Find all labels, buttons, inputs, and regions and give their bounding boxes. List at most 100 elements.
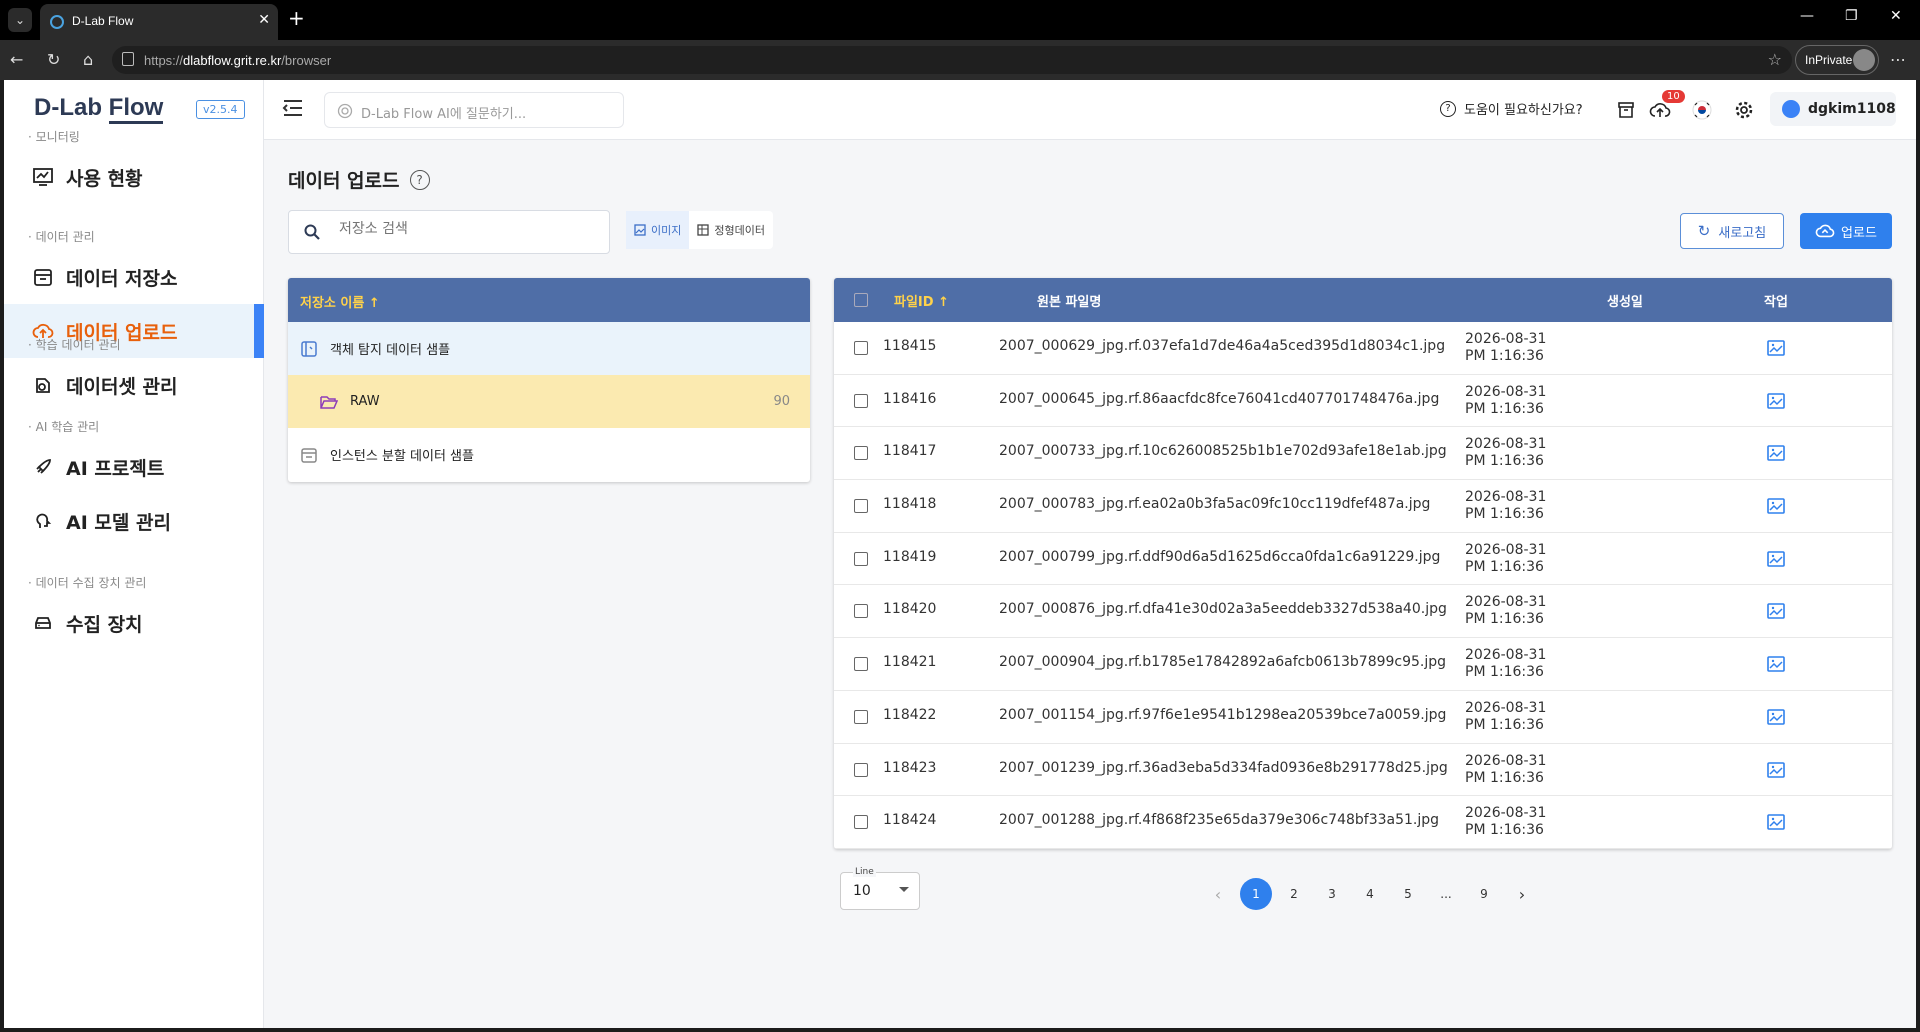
url-field[interactable]: https://dlabflow.grit.re.kr/browser ☆ — [112, 46, 1792, 74]
tab-bar: ⌄ D-Lab Flow ✕ + — ❐ ✕ — [0, 0, 1920, 40]
prev-page-icon[interactable]: ‹ — [1199, 878, 1237, 910]
row-checkbox[interactable] — [854, 551, 868, 566]
rocket-icon — [32, 456, 54, 478]
back-icon[interactable]: ← — [10, 50, 23, 69]
row-checkbox[interactable] — [854, 446, 868, 461]
lock-icon — [122, 52, 134, 66]
view-image-icon[interactable] — [1767, 392, 1785, 413]
view-image-icon[interactable] — [1767, 445, 1785, 465]
folder-open-icon — [320, 394, 338, 410]
table-row[interactable]: 118421 2007_000904_jpg.rf.b1785e17842892a… — [834, 638, 1892, 691]
file-name-cell: 2007_000904_jpg.rf.b1785e17842892a6afcb0… — [999, 654, 1447, 671]
tree-item-raw-folder[interactable]: RAW 90 — [288, 375, 810, 428]
repository-tree: 저장소 이름 ↑ 객체 탐지 데이터 샘플 RAW 90 인스턴스 분할 데이터… — [288, 278, 810, 482]
table-row[interactable]: 118417 2007_000733_jpg.rf.10c626008525b1b… — [834, 427, 1892, 481]
row-checkbox[interactable] — [854, 657, 868, 672]
row-checkbox[interactable] — [854, 393, 868, 408]
browser-tab[interactable]: D-Lab Flow ✕ — [40, 4, 278, 40]
row-checkbox[interactable] — [854, 341, 868, 355]
menu-toggle-icon[interactable] — [282, 98, 304, 122]
table-row[interactable]: 118420 2007_000876_jpg.rf.dfa41e30d02a3a5… — [834, 585, 1892, 639]
repo-search-input[interactable] — [339, 221, 589, 237]
file-name-cell: 2007_001239_jpg.rf.36ad3eba5d334fad0936e… — [999, 759, 1448, 776]
tree-header-sort[interactable]: 저장소 이름 ↑ — [288, 278, 810, 322]
app-logo[interactable]: D-Lab Flow — [34, 94, 164, 124]
sidebar-item-ai-model[interactable]: AI 모델 관리 — [4, 494, 264, 548]
page-number[interactable]: 1 — [1237, 878, 1275, 910]
select-all-checkbox[interactable] — [854, 293, 868, 307]
korean-flag-icon[interactable] — [1690, 98, 1714, 122]
view-image-icon[interactable] — [1767, 498, 1785, 518]
favorite-star-icon[interactable]: ☆ — [1768, 50, 1782, 69]
file-name-cell: 2007_000876_jpg.rf.dfa41e30d02a3a5eeddeb… — [999, 601, 1447, 618]
rows-per-page-select[interactable]: Line 10 — [840, 867, 920, 910]
toggle-structured-label: 정형데이터 — [714, 224, 765, 237]
help-link[interactable]: ? 도움이 필요하신가요? — [1440, 99, 1583, 118]
tree-item-instance-seg[interactable]: 인스턴스 분할 데이터 샘플 — [288, 428, 810, 481]
archive-icon[interactable] — [1614, 98, 1638, 122]
refresh-button[interactable]: ↻ 새로고침 — [1680, 213, 1784, 249]
user-menu[interactable]: dgkim1108 — [1770, 92, 1896, 126]
view-image-icon[interactable] — [1767, 709, 1785, 729]
table-row[interactable]: 118415 2007_000629_jpg.rf.037efa1d7de46a4… — [834, 322, 1892, 375]
row-checkbox[interactable] — [854, 499, 868, 514]
upload-status-icon[interactable]: 10 — [1648, 90, 1685, 122]
upload-count-badge: 10 — [1662, 90, 1685, 103]
toggle-structured[interactable]: 정형데이터 — [689, 211, 773, 249]
table-row[interactable]: 118419 2007_000799_jpg.rf.ddf90d6a5d1625d… — [834, 533, 1892, 586]
table-row[interactable]: 118418 2007_000783_jpg.rf.ea02a0b3fa5ac09… — [834, 480, 1892, 533]
next-page-icon[interactable]: › — [1503, 878, 1541, 910]
column-file-id[interactable]: 파일ID ↑ — [894, 291, 949, 310]
tree-item-count: 90 — [773, 394, 790, 409]
tab-list-icon[interactable]: ⌄ — [8, 8, 32, 32]
sidebar-item-usage[interactable]: 사용 현황 — [4, 150, 264, 204]
view-image-icon[interactable] — [1767, 340, 1785, 360]
page-number[interactable]: 4 — [1351, 878, 1389, 910]
restore-icon[interactable]: ❐ — [1845, 8, 1858, 24]
ai-search-input[interactable]: D-Lab Flow AI에 질문하기... — [324, 92, 624, 128]
help-label: 도움이 필요하신가요? — [1464, 103, 1583, 118]
file-id-cell: 118424 — [883, 812, 937, 829]
row-checkbox[interactable] — [854, 815, 868, 830]
refresh-icon: ↻ — [1697, 222, 1711, 240]
sidebar-item-device[interactable]: 수집 장치 — [4, 596, 264, 650]
view-image-icon[interactable] — [1767, 814, 1785, 834]
device-icon — [32, 612, 54, 634]
table-row[interactable]: 118423 2007_001239_jpg.rf.36ad3eba5d334fa… — [834, 744, 1892, 797]
inprivate-button[interactable]: InPrivate — [1795, 45, 1879, 75]
table-row[interactable]: 118416 2007_000645_jpg.rf.86aacfdc8fce760… — [834, 375, 1892, 428]
view-image-icon[interactable] — [1767, 550, 1785, 571]
new-tab-icon[interactable]: + — [288, 8, 305, 28]
page-help-icon[interactable]: ? — [409, 169, 430, 190]
page-number[interactable]: 2 — [1275, 878, 1313, 910]
page-number[interactable]: 3 — [1313, 878, 1351, 910]
view-image-icon[interactable] — [1767, 656, 1785, 676]
view-image-icon[interactable] — [1767, 761, 1785, 782]
file-name-cell: 2007_000783_jpg.rf.ea02a0b3fa5ac09fc10cc… — [999, 496, 1431, 513]
browser-menu-icon[interactable]: ⋯ — [1890, 50, 1906, 69]
browser-window: ⌄ D-Lab Flow ✕ + — ❐ ✕ ← ↻ ⌂ https://dla… — [0, 0, 1920, 1032]
row-checkbox[interactable] — [854, 604, 868, 619]
settings-gear-icon[interactable] — [1732, 98, 1756, 122]
home-icon[interactable]: ⌂ — [83, 50, 93, 69]
row-checkbox[interactable] — [854, 709, 868, 724]
page-number[interactable]: 9 — [1465, 878, 1503, 910]
sidebar-item-dataset[interactable]: 데이터셋 관리 — [4, 358, 264, 412]
toggle-image[interactable]: 이미지 — [626, 211, 690, 249]
page-number[interactable]: 5 — [1389, 878, 1427, 910]
minimize-icon[interactable]: — — [1800, 8, 1814, 24]
view-image-icon[interactable] — [1767, 603, 1785, 623]
close-tab-icon[interactable]: ✕ — [258, 12, 270, 28]
close-window-icon[interactable]: ✕ — [1890, 8, 1902, 24]
tree-item-object-detection[interactable]: 객체 탐지 데이터 샘플 — [288, 322, 810, 375]
upload-button[interactable]: 업로드 — [1800, 213, 1892, 249]
row-checkbox[interactable] — [854, 762, 868, 777]
table-row[interactable]: 118424 2007_001288_jpg.rf.4f868f235e65da3… — [834, 796, 1892, 849]
column-created[interactable]: 생성일 — [1607, 291, 1643, 310]
sidebar-item-storage[interactable]: 데이터 저장소 — [4, 250, 264, 304]
reload-icon[interactable]: ↻ — [47, 50, 60, 69]
table-row[interactable]: 118422 2007_001154_jpg.rf.97f6e1e9541b129… — [834, 691, 1892, 744]
column-original-name[interactable]: 원본 파일명 — [1037, 291, 1101, 310]
sidebar-item-ai-project[interactable]: AI 프로젝트 — [4, 440, 264, 494]
tab-title: D-Lab Flow — [72, 14, 134, 28]
